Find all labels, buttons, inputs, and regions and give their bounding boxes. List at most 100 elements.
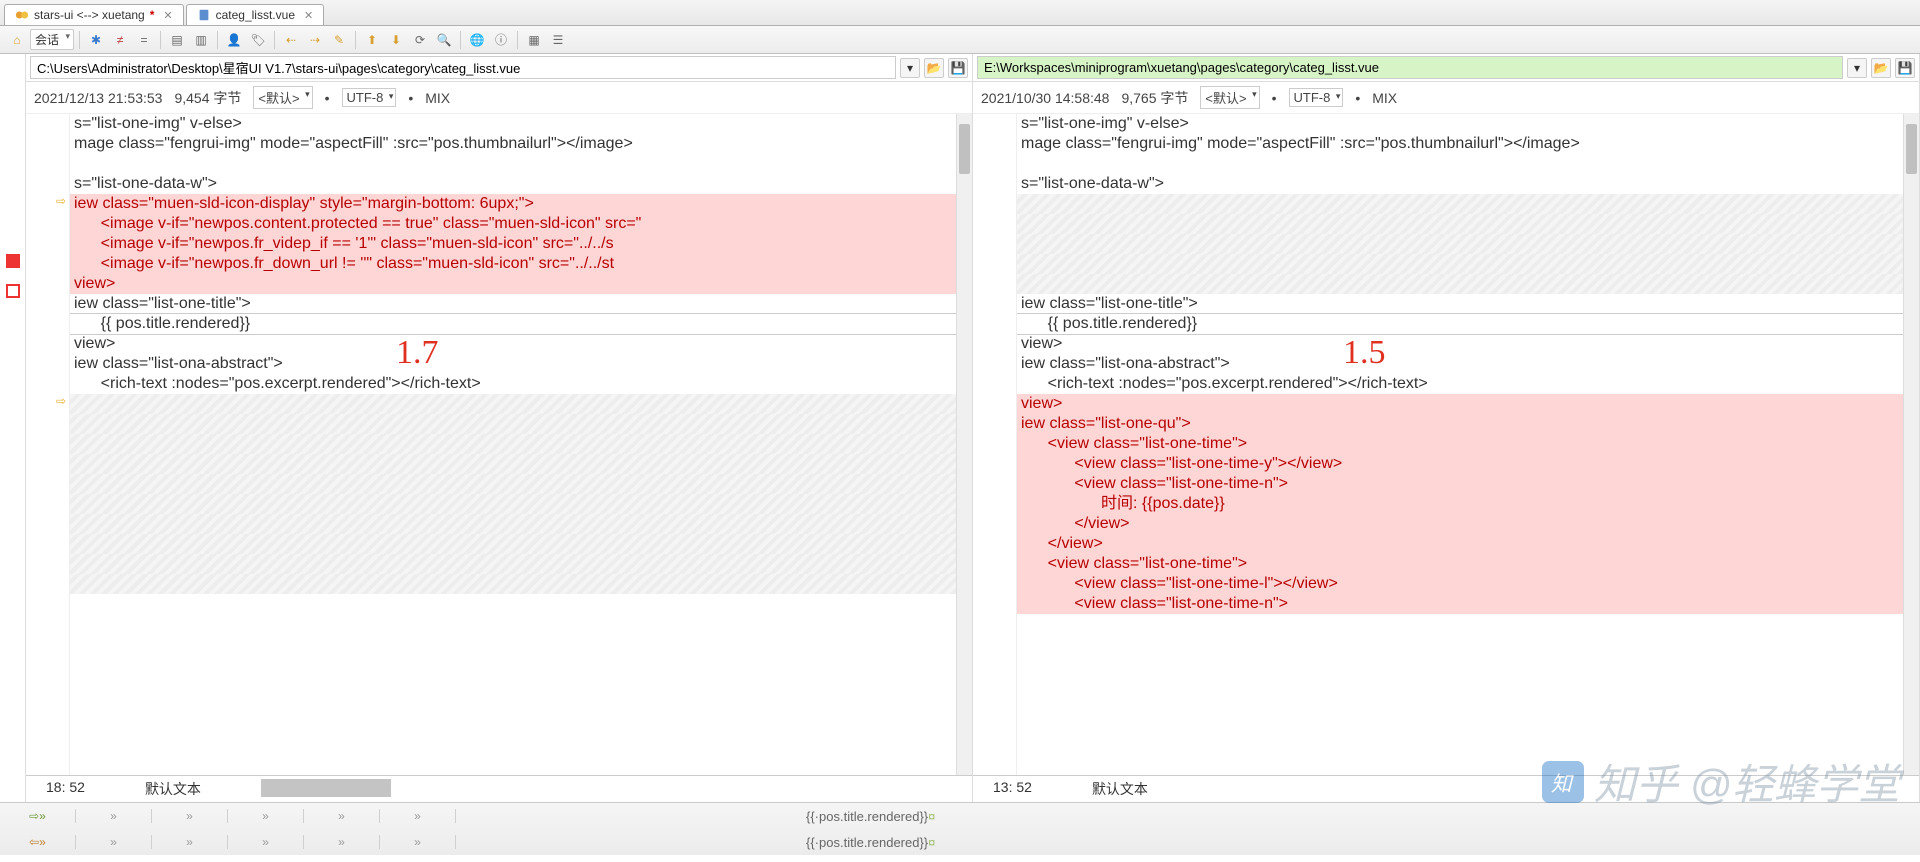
code-line[interactable]: s="list-one-data-w"> xyxy=(70,174,972,194)
code-line[interactable] xyxy=(1017,234,1919,254)
code-line[interactable] xyxy=(70,434,972,454)
copy-left-button[interactable]: ⇠ xyxy=(280,29,302,51)
code-line[interactable]: <rich-text :nodes="pos.excerpt.rendered"… xyxy=(70,374,972,394)
nav-cell[interactable]: » xyxy=(228,835,304,849)
nav-cell[interactable]: » xyxy=(228,809,304,823)
code-line[interactable]: <view class="list-one-time-n"> xyxy=(1017,474,1919,494)
globe-icon[interactable]: 🌐 xyxy=(466,29,488,51)
filter-diff-button[interactable]: ≠ xyxy=(109,29,131,51)
code-line[interactable]: view> xyxy=(1017,334,1919,354)
nav-cell[interactable]: » xyxy=(76,835,152,849)
sync-forward-icon[interactable]: ⇨» xyxy=(0,809,76,823)
code-line[interactable]: view> xyxy=(70,334,972,354)
find-button[interactable]: 🔍 xyxy=(433,29,455,51)
code-line[interactable]: <view class="list-one-time-n"> xyxy=(1017,594,1919,614)
code-line[interactable]: mage class="fengrui-img" mode="aspectFil… xyxy=(1017,134,1919,154)
code-line[interactable] xyxy=(70,154,972,174)
code-line[interactable] xyxy=(70,414,972,434)
save-button[interactable]: 💾 xyxy=(948,58,968,78)
dropdown-button[interactable]: ▾ xyxy=(1847,58,1867,78)
close-icon[interactable]: ✕ xyxy=(163,9,172,22)
tab-file[interactable]: categ_lisst.vue ✕ xyxy=(186,4,325,25)
code-line[interactable]: <image v-if="newpos.fr_videp_if == '1'" … xyxy=(70,234,972,254)
code-line[interactable]: <view class="list-one-time"> xyxy=(1017,434,1919,454)
encoding-select[interactable]: <默认> xyxy=(1200,86,1259,109)
code-line[interactable] xyxy=(70,514,972,534)
path-input-right[interactable] xyxy=(977,56,1843,79)
code-line[interactable] xyxy=(70,394,972,414)
code-lines-right[interactable]: s="list-one-img" v-else>mage class="feng… xyxy=(1017,114,1919,775)
scroll-thumb[interactable] xyxy=(959,124,970,174)
filter-equal-button[interactable]: = xyxy=(133,29,155,51)
nav-cell[interactable]: » xyxy=(304,835,380,849)
code-line[interactable] xyxy=(1017,254,1919,274)
code-line[interactable] xyxy=(1017,214,1919,234)
open-folder-button[interactable]: 📂 xyxy=(1871,58,1891,78)
code-line[interactable]: <view class="list-one-time-l"></view> xyxy=(1017,574,1919,594)
layout-button-2[interactable]: ▥ xyxy=(190,29,212,51)
nav-cell[interactable]: » xyxy=(152,809,228,823)
charset-select[interactable]: UTF-8 xyxy=(1289,88,1344,107)
code-line[interactable]: </view> xyxy=(1017,534,1919,554)
nav-cell[interactable]: » xyxy=(380,835,456,849)
code-line[interactable]: <image v-if="newpos.fr_down_url != ''" c… xyxy=(70,254,972,274)
save-button[interactable]: 💾 xyxy=(1895,58,1915,78)
dropdown-button[interactable]: ▾ xyxy=(900,58,920,78)
session-select[interactable]: 会话 xyxy=(30,29,74,50)
refresh-button[interactable]: ⟳ xyxy=(409,29,431,51)
copy-right-button[interactable]: ⇢ xyxy=(304,29,326,51)
tag-icon[interactable]: 🏷 xyxy=(247,29,269,51)
vertical-scrollbar[interactable] xyxy=(1903,114,1919,775)
code-line[interactable]: view> xyxy=(1017,394,1919,414)
code-line[interactable]: iew class="list-one-title"> xyxy=(1017,294,1919,314)
code-line[interactable]: iew class="list-ona-abstract"> xyxy=(1017,354,1919,374)
code-line[interactable]: s="list-one-img" v-else> xyxy=(1017,114,1919,134)
code-line[interactable]: mage class="fengrui-img" mode="aspectFil… xyxy=(70,134,972,154)
overview-ruler[interactable] xyxy=(0,54,26,802)
code-line[interactable]: s="list-one-data-w"> xyxy=(1017,174,1919,194)
code-line[interactable]: iew class="muen-sld-icon-display" style=… xyxy=(70,194,972,214)
nav-cell[interactable]: » xyxy=(76,809,152,823)
code-line[interactable] xyxy=(70,494,972,514)
code-line[interactable] xyxy=(70,454,972,474)
code-line[interactable]: {{ pos.title.rendered}} xyxy=(70,314,972,334)
tab-diff[interactable]: stars-ui <--> xuetang * ✕ xyxy=(4,4,184,25)
nav-cell[interactable]: » xyxy=(152,835,228,849)
next-diff-button[interactable]: ⬇ xyxy=(385,29,407,51)
code-line[interactable] xyxy=(70,534,972,554)
person-icon[interactable]: 👤 xyxy=(223,29,245,51)
code-line[interactable]: <view class="list-one-time-y"></view> xyxy=(1017,454,1919,474)
vertical-scrollbar[interactable] xyxy=(956,114,972,775)
code-line[interactable] xyxy=(1017,194,1919,214)
code-line[interactable] xyxy=(70,474,972,494)
code-line[interactable]: iew class="list-one-qu"> xyxy=(1017,414,1919,434)
code-line[interactable]: <image v-if="newpos.content.protected ==… xyxy=(70,214,972,234)
scroll-thumb[interactable] xyxy=(1906,124,1917,174)
list-button[interactable]: ☰ xyxy=(547,29,569,51)
code-line[interactable]: iew class="list-ona-abstract"> xyxy=(70,354,972,374)
edit-button[interactable]: ✎ xyxy=(328,29,350,51)
encoding-select[interactable]: <默认> xyxy=(253,86,312,109)
open-folder-button[interactable]: 📂 xyxy=(924,58,944,78)
filter-all-button[interactable]: ✱ xyxy=(85,29,107,51)
home-button[interactable]: ⌂ xyxy=(6,29,28,51)
nav-cell[interactable]: » xyxy=(380,809,456,823)
code-line[interactable] xyxy=(70,554,972,574)
charset-select[interactable]: UTF-8 xyxy=(342,88,397,107)
code-area-left[interactable]: ⇨ ⇨ s="list-one-img" v-else>mage class="… xyxy=(26,114,972,775)
code-lines-left[interactable]: s="list-one-img" v-else>mage class="feng… xyxy=(70,114,972,775)
close-icon[interactable]: ✕ xyxy=(304,9,313,22)
sync-back-icon[interactable]: ⇦» xyxy=(0,835,76,849)
code-line[interactable]: iew class="list-one-title"> xyxy=(70,294,972,314)
thumbs-button[interactable]: ▦ xyxy=(523,29,545,51)
path-input-left[interactable] xyxy=(30,56,896,79)
code-line[interactable]: 时间: {{pos.date}} xyxy=(1017,494,1919,514)
code-line[interactable]: s="list-one-img" v-else> xyxy=(70,114,972,134)
info-icon[interactable]: ⓘ xyxy=(490,29,512,51)
nav-cell[interactable]: » xyxy=(304,809,380,823)
code-line[interactable]: <view class="list-one-time"> xyxy=(1017,554,1919,574)
layout-button-1[interactable]: ▤ xyxy=(166,29,188,51)
code-line[interactable]: view> xyxy=(70,274,972,294)
code-line[interactable] xyxy=(1017,274,1919,294)
prev-diff-button[interactable]: ⬆ xyxy=(361,29,383,51)
